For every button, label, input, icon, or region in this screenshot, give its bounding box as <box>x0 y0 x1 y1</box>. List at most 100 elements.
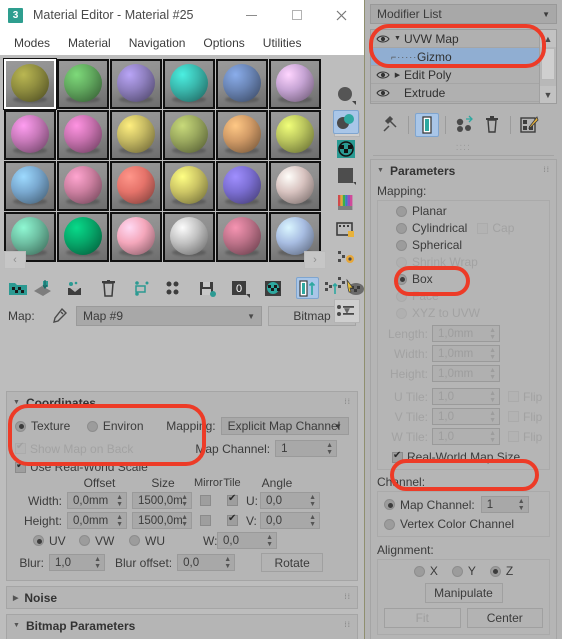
options-icon[interactable] <box>333 245 359 269</box>
material-sample-slot[interactable] <box>57 59 109 109</box>
material-sample-slot[interactable] <box>163 110 215 160</box>
stack-scroll-up-button[interactable]: ▲ <box>540 30 556 47</box>
vw-radio[interactable] <box>79 535 90 546</box>
width-offset-spinner[interactable]: 0,0mm ▲ ▼ <box>67 492 127 509</box>
select-by-material-icon[interactable] <box>333 272 359 296</box>
spinner-arrows-icon[interactable]: ▲ ▼ <box>116 514 123 528</box>
bitmap-parameters-rollout-header[interactable]: ▼ Bitmap Parameters ⁞⁞ <box>7 615 357 636</box>
texture-radio-row[interactable]: Texture <box>15 419 87 433</box>
modifier-list-dropdown[interactable]: Modifier List ▼ <box>370 4 557 24</box>
spinner-arrows-icon[interactable]: ▲ ▼ <box>489 327 496 341</box>
align-z-radio[interactable] <box>489 565 501 577</box>
map-channel-spinner[interactable]: 1 ▲ ▼ <box>275 440 338 457</box>
cap-checkbox[interactable] <box>477 222 489 234</box>
noise-rollout[interactable]: ▶ Noise ⁞⁞ <box>6 586 358 609</box>
modifier-stack-row[interactable]: ▼ UVW Map <box>371 30 539 48</box>
sample-uv-tiling-icon[interactable] <box>333 164 359 188</box>
spinner-arrows-icon[interactable]: ▲ ▼ <box>116 494 123 508</box>
u-flip-checkbox[interactable] <box>508 391 519 402</box>
wu-radio-row[interactable]: WU <box>129 534 203 548</box>
menu-utilities[interactable]: Utilities <box>255 33 310 53</box>
eye-icon[interactable] <box>375 88 391 98</box>
environ-radio[interactable] <box>86 420 98 432</box>
spinner-arrows-icon[interactable]: ▲ ▼ <box>266 534 273 548</box>
height-spinner[interactable]: 1,0mm ▲ ▼ <box>432 365 500 382</box>
u-tile-spinner[interactable]: 1,0 ▲ ▼ <box>432 388 500 405</box>
spinner-arrows-icon[interactable]: ▲ ▼ <box>94 556 101 570</box>
mapping-radio-cylindrical[interactable] <box>396 222 407 234</box>
modifier-stack-row[interactable]: Extrude <box>371 84 539 102</box>
chevron-down-icon[interactable]: ▼ <box>391 35 404 42</box>
uvw-parameters-header[interactable]: ▼ Parameters ⁞⁞ <box>371 160 556 181</box>
noise-rollout-header[interactable]: ▶ Noise ⁞⁞ <box>7 587 357 608</box>
spinner-arrows-icon[interactable]: ▲ ▼ <box>326 442 333 456</box>
mapping-option-row[interactable]: Planar <box>384 204 543 218</box>
material-sample-slot[interactable] <box>216 59 268 109</box>
assign-material-to-selection-icon[interactable] <box>65 277 86 299</box>
vw-radio-row[interactable]: VW <box>79 534 129 548</box>
background-checker-icon[interactable] <box>333 137 359 161</box>
show-shaded-material-in-viewport-icon[interactable] <box>263 277 284 299</box>
material-sample-slot[interactable] <box>57 110 109 160</box>
vertex-color-channel-radio[interactable] <box>384 518 395 530</box>
make-unique-icon[interactable] <box>452 113 476 137</box>
spinner-arrows-icon[interactable]: ▲ ▼ <box>181 494 188 508</box>
maximize-button[interactable] <box>274 0 319 30</box>
configure-modifier-sets-icon[interactable] <box>517 113 541 137</box>
show-map-on-back-checkbox[interactable] <box>15 441 26 454</box>
height-offset-spinner[interactable]: 0,0mm ▲ ▼ <box>67 512 127 529</box>
fit-button[interactable]: Fit <box>384 608 461 628</box>
stack-scroll-thumb[interactable] <box>541 48 555 80</box>
spinner-arrows-icon[interactable]: ▲ ▼ <box>489 367 496 381</box>
environ-radio-row[interactable]: Environ <box>86 419 166 433</box>
spinner-arrows-icon[interactable]: ▲ ▼ <box>489 430 496 444</box>
mapping-option-row[interactable]: Box <box>384 272 543 286</box>
material-sample-slot[interactable] <box>4 161 56 211</box>
remove-modifier-icon[interactable] <box>480 113 504 137</box>
spinner-arrows-icon[interactable]: ▲ ▼ <box>309 514 316 528</box>
length-spinner[interactable]: 1,0mm ▲ ▼ <box>432 325 500 342</box>
spinner-arrows-icon[interactable]: ▲ ▼ <box>518 498 525 512</box>
mapping-option-row[interactable]: Cylindrical Cap <box>384 221 543 235</box>
reset-map-icon[interactable] <box>98 277 119 299</box>
align-y-radio[interactable] <box>451 565 463 577</box>
angle-v-spinner[interactable]: 0,0 ▲ ▼ <box>260 512 320 529</box>
manipulate-button[interactable]: Manipulate <box>424 583 503 603</box>
coordinates-rollout-header[interactable]: ▼ Coordinates ⁞⁞ <box>7 392 357 413</box>
slots-prev-button[interactable]: ‹ <box>4 251 26 269</box>
height-tile-checkbox[interactable] <box>227 513 238 526</box>
put-material-to-scene-icon[interactable] <box>32 277 53 299</box>
backlight-icon[interactable] <box>333 110 359 134</box>
video-color-check-icon[interactable] <box>333 191 359 215</box>
spinner-arrows-icon[interactable]: ▲ ▼ <box>224 556 231 570</box>
material-sample-slot[interactable] <box>163 59 215 109</box>
spinner-arrows-icon[interactable]: ▲ ▼ <box>489 347 496 361</box>
v-flip-checkbox[interactable] <box>508 411 519 422</box>
w-tile-spinner[interactable]: 1,0 ▲ ▼ <box>432 428 500 445</box>
modifier-stack-row[interactable]: ⌐····· Gizmo <box>371 48 539 66</box>
uv-radio[interactable] <box>33 535 44 546</box>
blur-offset-spinner[interactable]: 0,0 ▲ ▼ <box>177 554 236 571</box>
height-size-spinner[interactable]: 1500,0m ▲ ▼ <box>132 512 192 529</box>
material-sample-slot[interactable] <box>269 59 321 109</box>
material-sample-slot[interactable] <box>269 110 321 160</box>
material-id-channel-icon[interactable]: 0 <box>230 277 251 299</box>
angle-u-spinner[interactable]: 0,0 ▲ ▼ <box>260 492 320 509</box>
w-flip-checkbox[interactable] <box>508 431 519 442</box>
spinner-arrows-icon[interactable]: ▲ ▼ <box>181 514 188 528</box>
modifier-stack-row[interactable]: ▶ Edit Poly <box>371 66 539 84</box>
show-end-result-icon[interactable] <box>415 113 439 137</box>
close-button[interactable] <box>319 0 364 30</box>
material-id-channel-icon[interactable] <box>333 299 359 323</box>
mapping-dropdown[interactable]: Explicit Map Channel ▼ <box>220 417 349 435</box>
width-size-spinner[interactable]: 1500,0m ▲ ▼ <box>132 492 192 509</box>
spinner-arrows-icon[interactable]: ▲ ▼ <box>489 390 496 404</box>
menu-modes[interactable]: Modes <box>6 33 58 53</box>
eye-icon[interactable] <box>375 34 391 44</box>
eye-icon[interactable] <box>375 70 391 80</box>
height-mirror-checkbox[interactable] <box>200 515 211 526</box>
v-tile-spinner[interactable]: 1,0 ▲ ▼ <box>432 408 500 425</box>
width-mirror-checkbox[interactable] <box>200 495 211 506</box>
texture-radio[interactable] <box>15 420 26 432</box>
pin-stack-icon[interactable] <box>378 113 402 137</box>
